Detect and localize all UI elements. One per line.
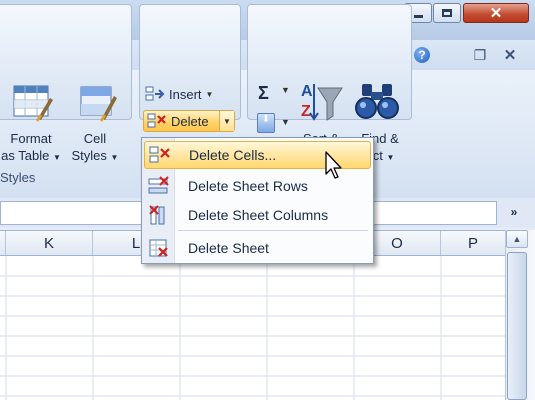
format-as-table-label-line1: Format: [10, 131, 52, 146]
chevron-down-icon[interactable]: ▼: [281, 85, 290, 95]
format-as-table-button[interactable]: Format as Table ▼: [0, 130, 64, 166]
cell-styles-label-line2: Styles: [71, 148, 107, 163]
cell-styles-label-line1: Cell: [83, 131, 107, 146]
chevron-down-icon: ▼: [223, 116, 231, 126]
chevron-down-icon: ▼: [386, 153, 395, 162]
restore-window-icon[interactable]: ❐: [470, 45, 490, 65]
delete-cells-icon: [147, 113, 166, 128]
format-as-table-icon[interactable]: [10, 84, 54, 122]
help-icon[interactable]: ?: [412, 45, 432, 65]
chevron-up-icon: ▲: [512, 234, 522, 244]
menu-item-label: Delete Cells...: [189, 147, 277, 163]
maximize-button[interactable]: [433, 3, 461, 23]
delete-cells-icon: [149, 146, 170, 163]
maximize-icon: [442, 9, 452, 17]
menu-item-label: Delete Sheet Rows: [188, 178, 308, 194]
chevron-down-icon[interactable]: ▼: [281, 117, 290, 127]
fill-icon[interactable]: ⬇: [257, 113, 275, 133]
svg-text:A: A: [301, 83, 313, 100]
close-workbook-icon[interactable]: ✕: [500, 45, 520, 65]
menu-item-label: Delete Sheet Columns: [188, 207, 329, 223]
menu-item-delete-sheet-columns[interactable]: Delete Sheet Columns: [144, 201, 371, 229]
column-header-k[interactable]: K: [6, 231, 93, 255]
cell-styles-button[interactable]: Cell Styles ▼: [68, 130, 122, 166]
worksheet-grid[interactable]: [0, 256, 505, 400]
delete-button[interactable]: Delete ▼: [143, 110, 235, 132]
delete-dropdown-arrow[interactable]: ▼: [219, 111, 234, 131]
minimize-icon: [413, 15, 423, 18]
svg-text:Z: Z: [301, 103, 311, 120]
insert-cells-icon: [145, 86, 165, 101]
mouse-cursor-icon: [325, 151, 342, 179]
cell-styles-icon[interactable]: [78, 84, 118, 122]
delete-rows-icon: [148, 176, 169, 194]
sort-filter-icon[interactable]: A Z: [298, 80, 344, 128]
chevron-down-icon: ▼: [205, 89, 214, 99]
styles-group-label: Styles: [0, 170, 36, 185]
menu-item-delete-sheet[interactable]: Delete Sheet: [144, 234, 371, 262]
column-header-p[interactable]: P: [441, 231, 505, 255]
scrollbar-thumb[interactable]: [507, 252, 527, 400]
delete-sheet-icon: [149, 239, 168, 257]
menu-separator: [178, 230, 368, 231]
insert-label: Insert: [169, 86, 202, 102]
chevron-down-icon: ▼: [110, 153, 119, 162]
autosum-icon[interactable]: Σ: [258, 83, 269, 104]
menu-item-label: Delete Sheet: [188, 240, 269, 256]
binoculars-icon[interactable]: [354, 80, 400, 120]
insert-button[interactable]: Insert ▼: [145, 84, 237, 104]
format-as-table-label-line2: as Table: [1, 148, 50, 163]
delete-label: Delete: [171, 113, 209, 129]
expand-formula-bar-icon[interactable]: »: [504, 202, 524, 222]
scroll-up-button[interactable]: ▲: [506, 230, 528, 248]
delete-columns-icon: [149, 205, 165, 225]
chevron-down-icon: ▼: [52, 153, 61, 162]
close-window-button[interactable]: ✕: [463, 3, 529, 23]
close-icon: ✕: [489, 4, 503, 22]
